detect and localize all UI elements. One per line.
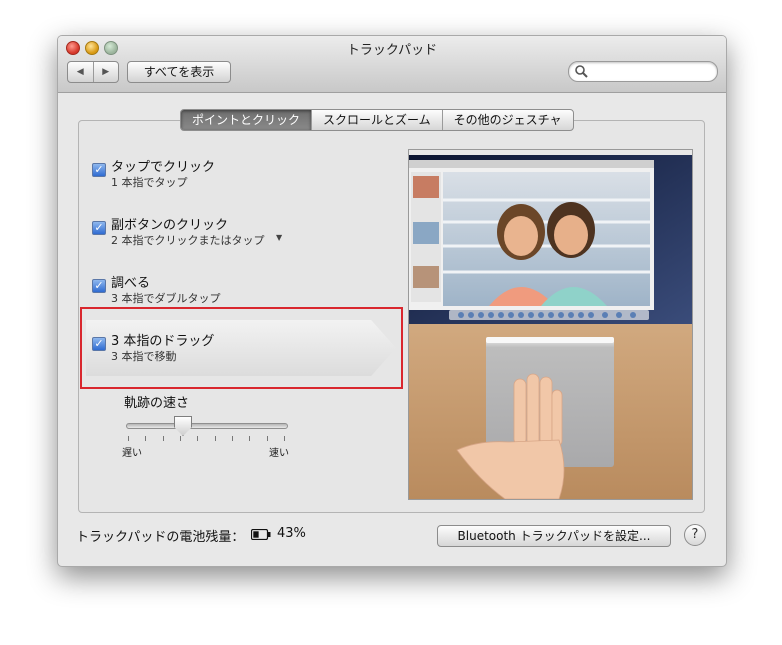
slider-tick [266,436,268,441]
back-icon: ◀ [76,67,84,77]
option-subtitle: 2 本指でクリックまたはタップ [111,234,265,247]
annotation-highlight-box [80,307,403,389]
slider-tick [249,436,251,441]
battery-level-label: トラックパッドの電池残量： [76,530,245,545]
slider-tick [128,436,129,441]
slider-tick [162,436,164,441]
option-subtitle: 1 本指でタップ [111,176,188,189]
help-button[interactable]: ? [684,524,706,546]
forward-icon: ▶ [102,67,110,77]
back-button[interactable]: ◀ [68,62,93,82]
tab-bar: ポイントとクリック スクロールとズーム その他のジェスチャ [180,109,574,131]
tab-point-and-click[interactable]: ポイントとクリック [181,110,312,130]
secondary-click-checkbox[interactable]: ✓ [92,221,106,235]
option-title: 副ボタンのクリック [111,218,229,233]
battery-icon [251,529,271,540]
tab-scroll-and-zoom[interactable]: スクロールとズーム [311,110,442,130]
trackpad-preferences-window: トラックパッド ◀ ▶ すべてを表示 ポイントとクリック スクロールとズーム そ… [57,35,727,567]
slider-tick [232,436,233,441]
option-subtitle: 3 本指でダブルタップ [111,292,221,305]
slider-tick [180,436,181,441]
show-all-button[interactable]: すべてを表示 [127,61,231,83]
search-input[interactable] [591,63,709,78]
tracking-speed-label: 軌跡の速さ [124,396,190,411]
search-icon [575,65,588,78]
slider-min-label: 遅い [122,448,142,459]
look-up-checkbox[interactable]: ✓ [92,279,106,293]
slider-tick [214,436,216,441]
option-title: 調べる [111,276,151,291]
tab-more-gestures[interactable]: その他のジェスチャ [441,110,573,130]
slider-tick [284,436,285,441]
battery-percentage: 43% [277,526,306,541]
preview-illustration [409,150,692,499]
battery-fill [253,531,259,538]
back-forward-control: ◀ ▶ [67,61,119,83]
tap-to-click-checkbox[interactable]: ✓ [92,163,106,177]
option-title: タップでクリック [111,160,216,175]
slider-tick [145,436,147,441]
tracking-speed-slider[interactable] [126,423,288,429]
slider-max-label: 速い [269,448,289,459]
slider-tick [197,436,199,441]
window-title: トラックパッド [346,43,438,58]
search-field[interactable] [568,61,718,82]
setup-bluetooth-trackpad-button[interactable]: Bluetooth トラックパッドを設定... [437,525,671,547]
chevron-down-icon[interactable]: ▼ [276,233,282,242]
title-bar: トラックパッド ◀ ▶ すべてを表示 [58,36,726,93]
gesture-preview-video [408,149,693,500]
forward-button[interactable]: ▶ [92,62,119,82]
